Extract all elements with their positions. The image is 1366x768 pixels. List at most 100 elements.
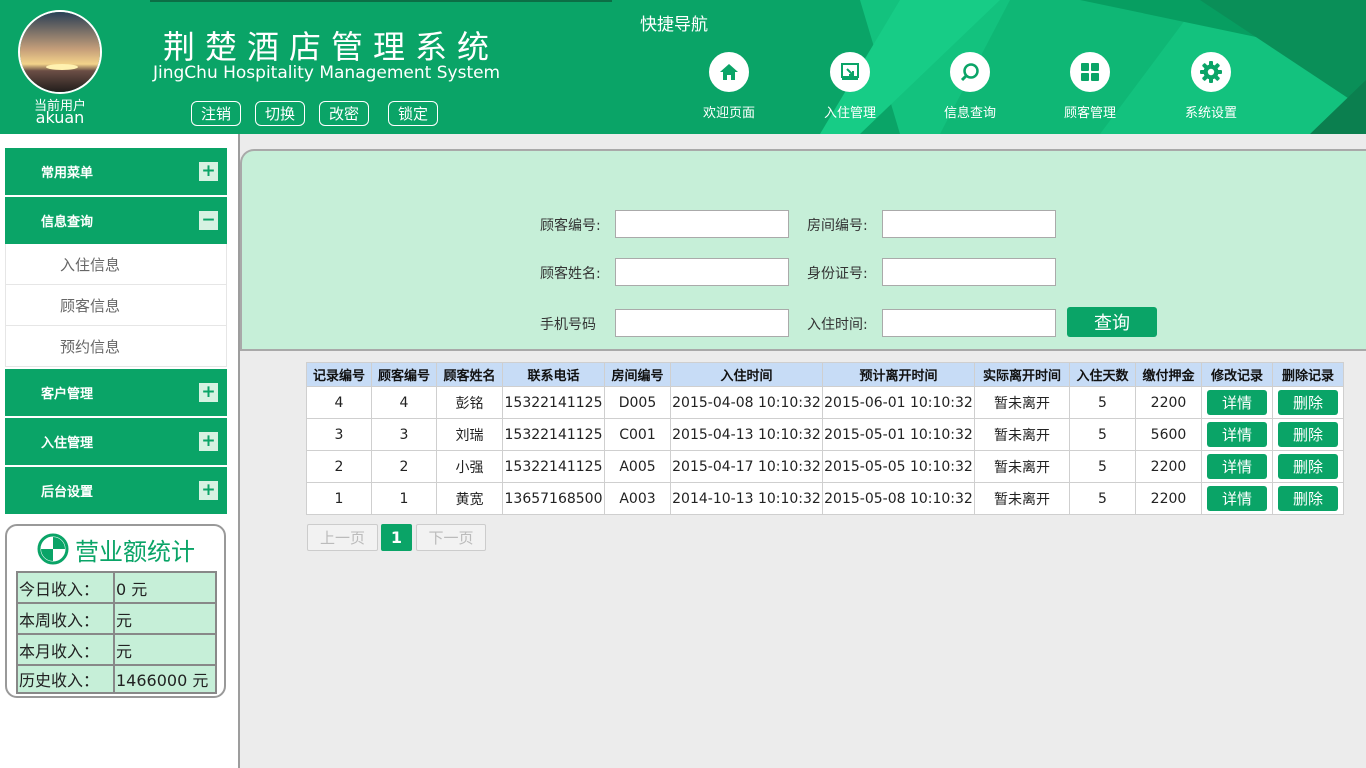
stats-row: 今日收入： 0 元 bbox=[16, 571, 217, 604]
search-icon bbox=[950, 52, 990, 92]
nav-checkin[interactable]: 入住管理 bbox=[805, 52, 895, 121]
checkin-icon bbox=[830, 52, 870, 92]
expand-icon[interactable]: + bbox=[199, 432, 218, 451]
room-id-input[interactable] bbox=[882, 210, 1056, 238]
delete-button[interactable]: 删除 bbox=[1278, 486, 1338, 511]
table-cell: 15322141125 bbox=[502, 386, 605, 419]
customer-name-input[interactable] bbox=[615, 258, 789, 286]
table-cell: 暂未离开 bbox=[974, 418, 1070, 451]
next-page-button[interactable]: 下一页 bbox=[416, 524, 486, 551]
menu-checkin-manage[interactable]: 入住管理 + bbox=[5, 418, 227, 465]
column-header: 实际离开时间 bbox=[974, 362, 1070, 387]
avatar[interactable] bbox=[18, 10, 102, 94]
table-row: 1 1 黄宽 13657168500 A003 2014-10-13 10:10:32 20… bbox=[306, 482, 1344, 515]
pie-chart-icon bbox=[37, 533, 69, 565]
stats-row: 本月收入：元 bbox=[16, 633, 217, 666]
nav-info-query-label: 信息查询 bbox=[943, 106, 996, 121]
table-cell: 彭铭 bbox=[436, 386, 503, 419]
expand-icon[interactable]: + bbox=[199, 383, 218, 402]
nav-info-query[interactable]: 信息查询 bbox=[925, 52, 1015, 121]
stats-label: 本月收入： bbox=[16, 633, 115, 666]
expand-icon[interactable]: + bbox=[199, 162, 218, 181]
query-button[interactable]: 查询 bbox=[1067, 307, 1157, 337]
table-cell: 3 bbox=[371, 418, 437, 451]
table-cell: 5600 bbox=[1135, 418, 1202, 451]
column-header: 顾客编号 bbox=[371, 362, 437, 387]
submenu-checkin-info[interactable]: 入住信息 bbox=[5, 244, 227, 285]
nav-customer-manage[interactable]: 顾客管理 bbox=[1045, 52, 1135, 121]
switch-user-button[interactable]: 切换 bbox=[255, 101, 305, 126]
table-cell: 2200 bbox=[1135, 482, 1202, 515]
current-page-button[interactable]: 1 bbox=[381, 524, 412, 551]
table-row: 4 4 彭铭 15322141125 D005 2015-04-08 10:10:32 20… bbox=[306, 386, 1344, 419]
table-cell: 详情 bbox=[1201, 418, 1273, 451]
table-cell: 2015-04-13 10:10:32 bbox=[670, 418, 823, 451]
menu-backend-settings[interactable]: 后台设置 + bbox=[5, 467, 227, 514]
table-cell: 黄宽 bbox=[436, 482, 503, 515]
expand-icon[interactable]: + bbox=[199, 481, 218, 500]
system-subtitle: JingChu Hospitality Management System bbox=[153, 63, 501, 83]
menu-info-query-label: 信息查询 bbox=[41, 215, 94, 230]
table-cell: 2015-05-01 10:10:32 bbox=[822, 418, 975, 451]
column-header: 房间编号 bbox=[604, 362, 671, 387]
change-password-button[interactable]: 改密 bbox=[319, 101, 369, 126]
nav-checkin-label: 入住管理 bbox=[823, 106, 876, 121]
stats-value: 1466000 元 bbox=[113, 664, 217, 694]
table-cell: 2 bbox=[371, 450, 437, 483]
delete-button[interactable]: 删除 bbox=[1278, 422, 1338, 447]
table-cell: 小强 bbox=[436, 450, 503, 483]
stats-row: 历史收入： 1466000 元 bbox=[16, 664, 217, 694]
detail-button[interactable]: 详情 bbox=[1207, 422, 1267, 447]
phone-input[interactable] bbox=[615, 309, 789, 337]
id-card-label: 身份证号: bbox=[807, 266, 868, 282]
detail-button[interactable]: 详情 bbox=[1207, 486, 1267, 511]
grid-icon bbox=[1070, 52, 1110, 92]
nav-welcome[interactable]: 欢迎页面 bbox=[684, 52, 774, 121]
table-cell: A003 bbox=[604, 482, 671, 515]
customer-id-input[interactable] bbox=[615, 210, 789, 238]
menu-common[interactable]: 常用菜单 + bbox=[5, 148, 227, 195]
menu-customer-manage[interactable]: 客户管理 + bbox=[5, 369, 227, 416]
table-cell: 删除 bbox=[1272, 482, 1344, 515]
table-body: 4 4 彭铭 15322141125 D005 2015-04-08 10:10:32 20… bbox=[306, 386, 1344, 515]
revenue-stats-table: 今日收入： 0 元 本周收入：元 本月收入：元 历史收入： 1466000 元 bbox=[16, 571, 217, 694]
stats-value: 元 bbox=[113, 602, 217, 635]
delete-button[interactable]: 删除 bbox=[1278, 454, 1338, 479]
quick-nav-title: 快捷导航 bbox=[640, 15, 708, 35]
table-cell: 5 bbox=[1069, 482, 1136, 515]
column-header: 入住天数 bbox=[1069, 362, 1136, 387]
revenue-stats-title: 营业额统计 bbox=[37, 533, 195, 566]
collapse-icon[interactable]: − bbox=[199, 211, 218, 230]
column-header: 记录编号 bbox=[306, 362, 372, 387]
table-cell: 2015-06-01 10:10:32 bbox=[822, 386, 975, 419]
table-cell: 删除 bbox=[1272, 450, 1344, 483]
detail-button[interactable]: 详情 bbox=[1207, 390, 1267, 415]
detail-button[interactable]: 详情 bbox=[1207, 454, 1267, 479]
table-cell: 刘瑞 bbox=[436, 418, 503, 451]
column-header: 缴付押金 bbox=[1135, 362, 1202, 387]
checkin-time-label: 入住时间: bbox=[807, 317, 868, 333]
table-cell: 5 bbox=[1069, 450, 1136, 483]
nav-system-settings[interactable]: 系统设置 bbox=[1166, 52, 1256, 121]
table-row: 2 2 小强 15322141125 A005 2015-04-17 10:10:32 20… bbox=[306, 450, 1344, 483]
id-card-input[interactable] bbox=[882, 258, 1056, 286]
submenu-customer-info[interactable]: 顾客信息 bbox=[5, 285, 227, 326]
nav-system-settings-label: 系统设置 bbox=[1184, 106, 1237, 121]
lock-button[interactable]: 锁定 bbox=[388, 101, 438, 126]
table-cell: 详情 bbox=[1201, 450, 1273, 483]
delete-button[interactable]: 删除 bbox=[1278, 390, 1338, 415]
revenue-stats-panel: 营业额统计 今日收入： 0 元 本周收入：元 本月收入：元 历史收入： 146600… bbox=[5, 524, 226, 698]
logout-button[interactable]: 注销 bbox=[191, 101, 241, 126]
table-cell: A005 bbox=[604, 450, 671, 483]
checkin-time-input[interactable] bbox=[882, 309, 1056, 337]
menu-info-query[interactable]: 信息查询 − bbox=[5, 197, 227, 244]
stats-label: 本周收入： bbox=[16, 602, 115, 635]
stats-value: 0 元 bbox=[113, 571, 217, 604]
submenu-reservation-info[interactable]: 预约信息 bbox=[5, 326, 227, 367]
prev-page-button[interactable]: 上一页 bbox=[307, 524, 378, 551]
table-cell: 5 bbox=[1069, 386, 1136, 419]
stats-label: 今日收入： bbox=[16, 571, 115, 604]
column-header: 删除记录 bbox=[1272, 362, 1344, 387]
menu-customer-manage-label: 客户管理 bbox=[41, 387, 94, 402]
table-cell: D005 bbox=[604, 386, 671, 419]
